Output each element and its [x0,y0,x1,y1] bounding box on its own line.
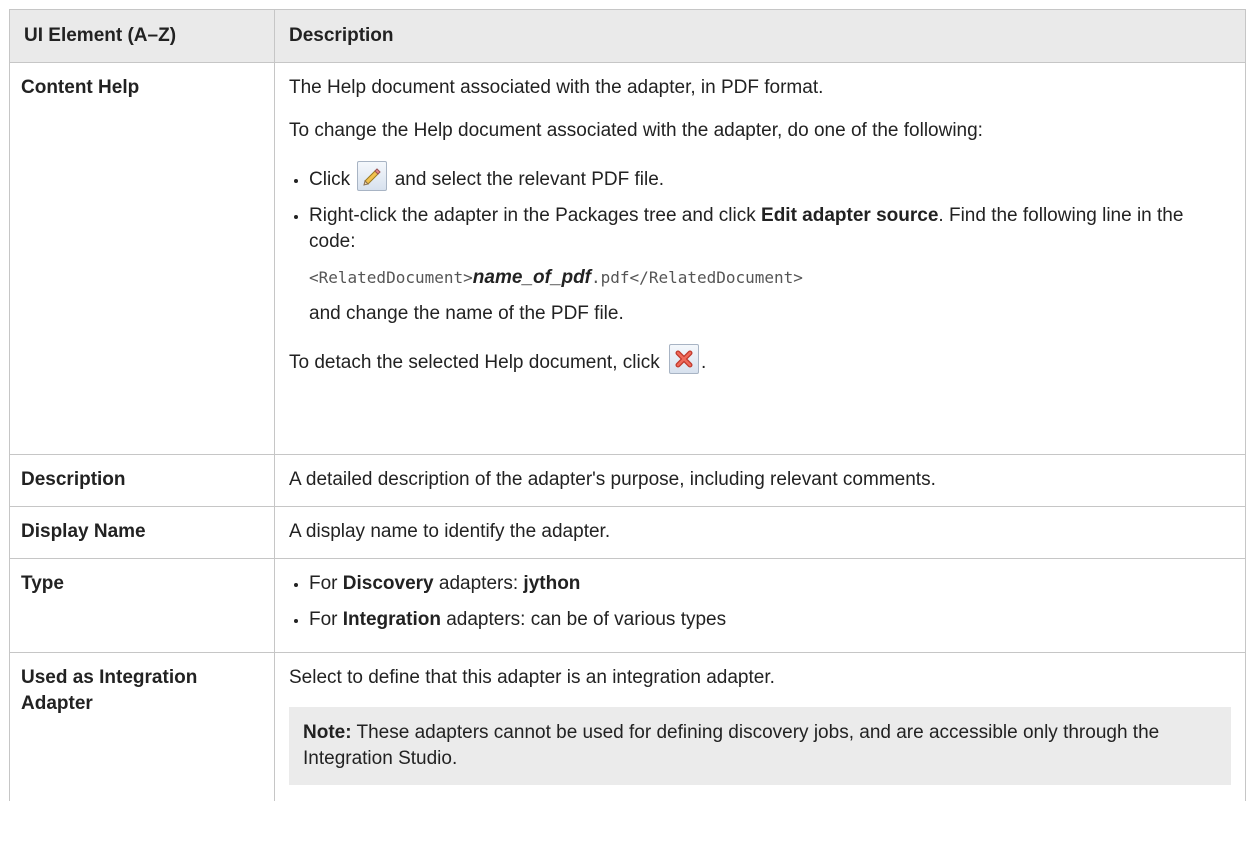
header-ui-element: UI Element (A–Z) [9,9,275,63]
text: . [701,352,707,373]
bullet-list: For Discovery adapters: jython For Integ… [289,571,1231,633]
description-cell: A display name to identify the adapter. [274,506,1246,559]
table-row: Display Name A display name to identify … [9,506,1246,559]
note-box: Note: These adapters cannot be used for … [289,707,1231,785]
bold-text: Integration [342,609,441,630]
bold-text: Discovery [342,573,434,594]
text: For [309,609,338,630]
text: and select the relevant PDF file. [394,169,665,190]
text: and change the name of the PDF file. [309,303,624,324]
text: Click [309,169,351,190]
ui-elements-table: UI Element (A–Z) Description Content Hel… [9,9,1246,801]
description-cell: The Help document associated with the ad… [274,62,1246,455]
code-close: .pdf</RelatedDocument> [591,268,803,287]
element-display-name: Display Name [9,506,275,559]
code-open: <RelatedDocument> [309,268,473,287]
header-description: Description [274,9,1246,63]
paragraph: To detach the selected Help document, cl… [289,344,1231,376]
element-content-help: Content Help [9,62,275,455]
bold-text: Edit adapter source [761,205,939,226]
note-label: Note: [303,722,352,743]
element-description: Description [9,454,275,507]
list-item: For Integration adapters: can be of vari… [309,607,1231,633]
code-line: <RelatedDocument>name_of_pdf.pdf</Relate… [309,265,1231,291]
bold-text: jython [523,573,581,594]
element-used-as-integration-adapter: Used as Integration Adapter [9,652,275,801]
table-row: Used as Integration Adapter Select to de… [9,652,1246,801]
description-cell: For Discovery adapters: jython For Integ… [274,558,1246,653]
list-item: Right-click the adapter in the Packages … [309,203,1231,327]
list-item: Click and select the relevant PDF file. [309,161,1231,193]
code-var: name_of_pdf [472,267,592,288]
table-row: Type For Discovery adapters: jython For … [9,558,1246,653]
paragraph: To change the Help document associated w… [289,120,983,141]
paragraph: The Help document associated with the ad… [289,77,824,98]
bullet-list: Click and select the relevant PDF file. … [289,161,1231,327]
description-cell: A detailed description of the adapter's … [274,454,1246,507]
text: adapters: [438,573,519,594]
text: adapters: can be of various types [446,609,727,630]
paragraph: Select to define that this adapter is an… [289,667,775,688]
note-text: These adapters cannot be used for defini… [303,722,1160,769]
description-cell: Select to define that this adapter is an… [274,652,1246,801]
text: To detach the selected Help document, cl… [289,352,660,373]
text: For [309,573,338,594]
red-x-icon[interactable] [669,344,699,374]
table-header-row: UI Element (A–Z) Description [9,9,1246,63]
text: Right-click the adapter in the Packages … [309,205,756,226]
pencil-icon[interactable] [357,161,388,191]
element-type: Type [9,558,275,653]
table-row: Description A detailed description of th… [9,454,1246,507]
table-row: Content Help The Help document associate… [9,62,1246,455]
list-item: For Discovery adapters: jython [309,571,1231,597]
